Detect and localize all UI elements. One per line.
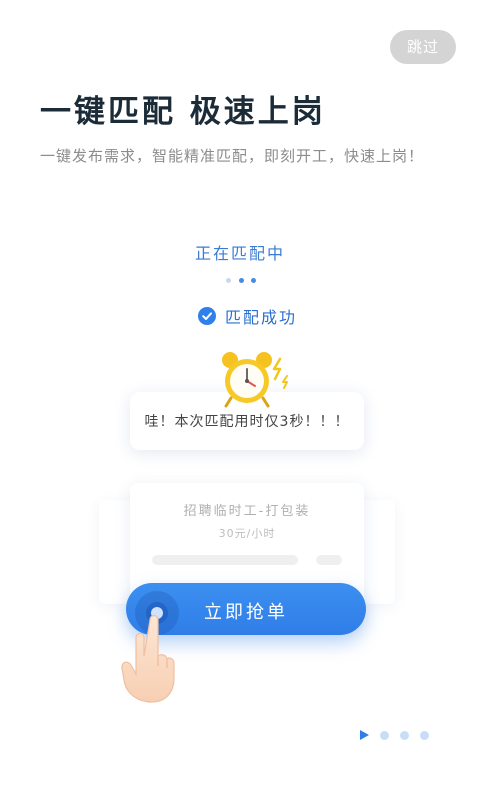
page-dot[interactable] <box>420 730 429 740</box>
play-arrow-icon[interactable] <box>360 730 369 740</box>
bubble-message: 哇！本次匹配用时仅3秒！！！ <box>144 414 350 430</box>
matching-status: 正在匹配中 <box>194 244 285 263</box>
skip-button[interactable]: 跳过 <box>390 30 456 64</box>
placeholder-bar <box>152 555 298 565</box>
success-label: 匹配成功 <box>225 308 298 327</box>
page-dot[interactable] <box>380 730 389 740</box>
check-circle-icon <box>198 307 216 325</box>
job-title: 招聘临时工-打包装 <box>183 504 311 519</box>
page-indicator <box>360 729 436 741</box>
page-title: 一键匹配 极速上岗 <box>40 94 326 130</box>
placeholder-bar <box>316 555 342 565</box>
loading-dot <box>226 278 231 283</box>
pointing-hand-icon <box>121 614 175 703</box>
page-dot[interactable] <box>400 730 409 740</box>
page-subtitle: 一键发布需求，智能精准匹配，即刻开工，快速上岗！ <box>40 147 425 165</box>
loading-dots <box>226 278 256 284</box>
alarm-clock-icon <box>222 352 288 408</box>
match-success: 匹配成功 <box>198 304 297 328</box>
loading-dot <box>238 278 244 283</box>
loading-dot <box>251 278 256 283</box>
job-salary: 30元/小时 <box>218 527 276 540</box>
